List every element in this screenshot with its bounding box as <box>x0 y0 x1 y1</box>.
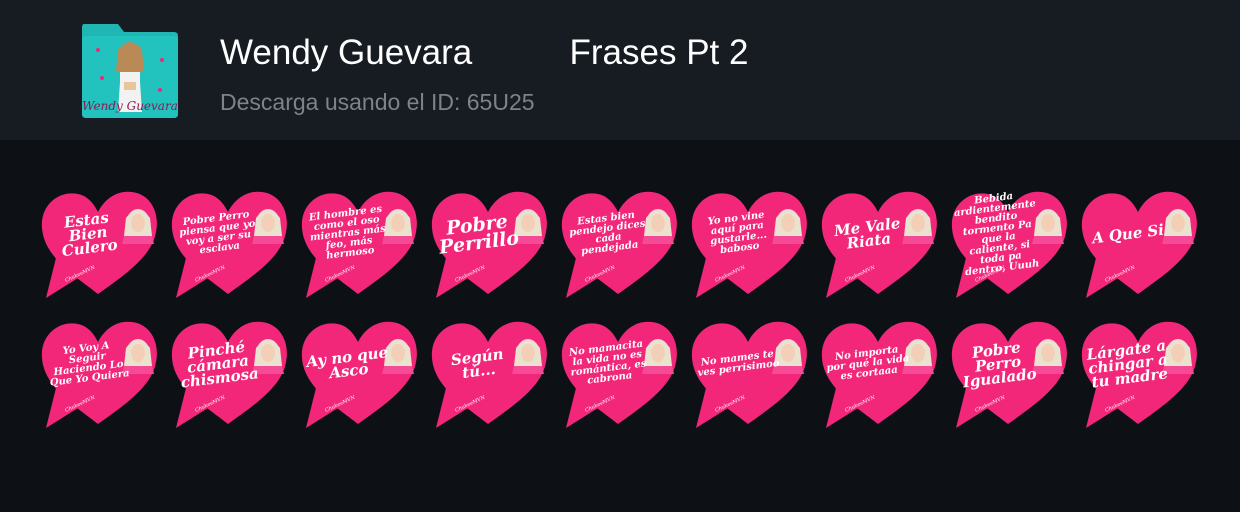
sticker-caption: Yo Voy A Seguir Haciendo Lo Que Yo Quier… <box>49 340 131 389</box>
sticker-caption: Pobre Perro Igualado <box>961 338 1038 392</box>
sticker[interactable]: ChukeeMVN Según tú... <box>428 312 552 434</box>
sticker[interactable]: ChukeeMVN No mames te ves perrisimoo <box>688 312 812 434</box>
sticker[interactable]: ChukeeMVN Bebida ardientemente bendito to… <box>948 182 1072 304</box>
sticker-caption: A Que Si <box>1091 220 1165 248</box>
sticker-caption: No importa por qué la vida es cortaaa <box>825 344 910 383</box>
sticker[interactable]: ChukeeMVN Yo Voy A Seguir Haciendo Lo Que… <box>38 312 162 434</box>
sticker[interactable]: ChukeeMVN Pinché cámara chismosa <box>168 312 292 434</box>
sticker[interactable]: ChukeeMVN Pobre Perrillo <box>428 182 552 304</box>
sticker-caption: Ay no que Asco <box>305 343 389 383</box>
sticker-caption: No mamacita la vida no es romántica, es … <box>568 338 648 387</box>
sticker-caption: Lárgate a chingar a tu madre <box>1085 336 1169 392</box>
sticker[interactable]: ChukeeMVN No mamacita la vida no es román… <box>558 312 682 434</box>
sticker-caption: Bebida ardientemente bendito tormento Pa… <box>953 190 1040 279</box>
sticker[interactable]: ChukeeMVN No importa por qué la vida es c… <box>818 312 942 434</box>
sticker[interactable]: ChukeeMVN A Que Si <box>1078 182 1202 304</box>
pack-download-id: Descarga usando el ID: 65U25 <box>220 89 535 115</box>
sticker-caption: Pinché cámara chismosa <box>179 337 260 392</box>
pack-title: Wendy Guevara Frases Pt 2 <box>220 33 749 72</box>
sticker-caption: Yo no vine aquí para gustarle... baboso <box>707 209 768 257</box>
pack-header: Wendy Guevara Wendy Guevara Frases Pt 2 … <box>0 0 1240 140</box>
sticker[interactable]: ChukeeMVN Ay no que Asco <box>298 312 422 434</box>
sticker-caption: Según tú... <box>449 344 505 382</box>
sticker-caption: El hombre es como el oso mientras más fe… <box>308 203 387 262</box>
sticker-caption: No mames te ves perrisimoo <box>697 348 781 379</box>
sticker-pack-folder-icon[interactable]: Wendy Guevara <box>80 20 180 120</box>
sticker-caption: Estas Bien Culero <box>60 208 119 261</box>
pack-icon-wordmark: Wendy Guevara <box>82 99 178 113</box>
sticker[interactable]: ChukeeMVN Me Vale Riata <box>818 182 942 304</box>
sticker-caption: Me Vale Riata <box>833 214 902 253</box>
sticker[interactable]: ChukeeMVN Pobre Perro Igualado <box>948 312 1072 434</box>
sticker[interactable]: ChukeeMVN El hombre es como el oso mientr… <box>298 182 422 304</box>
sticker[interactable]: ChukeeMVN Lárgate a chingar a tu madre <box>1078 312 1202 434</box>
sticker[interactable]: ChukeeMVN Estas bien pendejo dices cada p… <box>558 182 682 304</box>
sticker-grid: ChukeeMVN Estas Bien Culero ChukeeMVN Pobre… <box>0 140 1240 512</box>
sticker[interactable]: ChukeeMVN Estas Bien Culero <box>38 182 162 304</box>
sticker-caption: Estas bien pendejo dices cada pendejada <box>568 209 647 258</box>
sticker-caption: Pobre Perrillo <box>437 210 521 259</box>
sticker[interactable]: ChukeeMVN Yo no vine aquí para gustarle..… <box>688 182 812 304</box>
sticker-caption: Pobre Perro piensa que yo voy a ser su e… <box>178 209 257 257</box>
sticker[interactable]: ChukeeMVN Pobre Perro piensa que yo voy a… <box>168 182 292 304</box>
